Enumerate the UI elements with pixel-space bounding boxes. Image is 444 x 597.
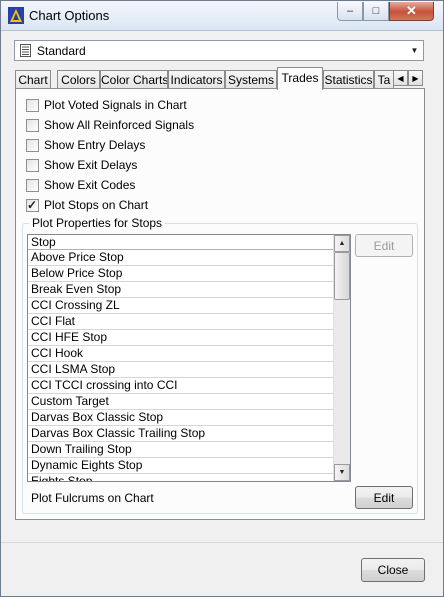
checkbox[interactable]: [26, 98, 39, 112]
title-bar[interactable]: Chart Options – □ ✕: [1, 1, 443, 31]
scroll-up-button[interactable]: ▲: [334, 235, 350, 252]
group-title: Plot Properties for Stops: [29, 216, 166, 230]
profile-select[interactable]: Standard ▼: [14, 40, 424, 61]
tab-scroll-right-button[interactable]: ▶: [408, 70, 423, 86]
tab-strip: Chart Colors Color Charts Indicators Sys…: [15, 67, 425, 90]
trades-tab-page: Plot Voted Signals in Chart Show All Rei…: [15, 88, 425, 520]
chevron-down-icon[interactable]: ▼: [406, 41, 423, 60]
footer-divider: [1, 542, 443, 543]
scroll-down-button[interactable]: ▼: [334, 464, 350, 481]
option-label: Show Exit Delays: [44, 158, 138, 172]
stops-list-body: Above Price Stop Below Price Stop Break …: [28, 250, 333, 481]
list-item[interactable]: CCI Hook: [28, 346, 333, 362]
button-label: Edit: [373, 490, 395, 505]
tab-statistics[interactable]: Statistics: [323, 70, 374, 89]
list-item[interactable]: Darvas Box Classic Trailing Stop: [28, 426, 333, 442]
profile-select-value: Standard: [37, 44, 86, 58]
checkbox[interactable]: [26, 178, 39, 192]
option-plot-voted-signals[interactable]: Plot Voted Signals in Chart: [26, 97, 187, 113]
tab-indicators[interactable]: Indicators: [168, 70, 225, 89]
edit-fulcrums-button[interactable]: Edit: [355, 486, 413, 509]
list-item[interactable]: Above Price Stop: [28, 250, 333, 266]
fulcrums-label: Plot Fulcrums on Chart: [31, 491, 154, 505]
list-item[interactable]: Below Price Stop: [28, 266, 333, 282]
scrollbar-thumb[interactable]: [334, 252, 350, 300]
checkbox[interactable]: [26, 118, 39, 132]
tab-scroll-left-button[interactable]: ◀: [393, 70, 408, 86]
tab-label: Statistics: [324, 73, 373, 87]
maximize-button[interactable]: □: [363, 2, 389, 21]
checkbox-checked[interactable]: ✓: [26, 197, 39, 212]
tab-label: Color Charts: [101, 73, 168, 87]
chevron-right-icon: ▶: [412, 73, 419, 83]
list-item[interactable]: Eights Stop: [28, 474, 333, 481]
option-label: Show Entry Delays: [44, 138, 146, 152]
list-item[interactable]: CCI Crossing ZL: [28, 298, 333, 314]
button-label: Edit: [373, 238, 395, 253]
list-item[interactable]: Custom Target: [28, 394, 333, 410]
stops-group-box: Plot Properties for Stops Stop Above Pri…: [22, 216, 418, 514]
list-item[interactable]: Dynamic Eights Stop: [28, 458, 333, 474]
tab-chart[interactable]: Chart: [15, 70, 51, 89]
stops-list[interactable]: Stop Above Price Stop Below Price Stop B…: [27, 234, 351, 482]
list-item[interactable]: CCI TCCI crossing into CCI: [28, 378, 333, 394]
app-logo-icon: [8, 7, 24, 24]
checkbox[interactable]: [26, 138, 39, 152]
chevron-left-icon: ◀: [397, 73, 404, 83]
button-label: Close: [377, 563, 409, 577]
maximize-icon: □: [372, 5, 380, 17]
edit-stop-button[interactable]: Edit: [355, 234, 413, 257]
checkbox[interactable]: [26, 158, 39, 172]
tab-label: Ta: [377, 73, 391, 87]
tab-label: Colors: [61, 73, 96, 87]
stops-list-scrollbar[interactable]: ▲ ▼: [333, 235, 350, 481]
column-header-stop[interactable]: Stop: [28, 235, 333, 250]
arrow-up-icon: ▲: [338, 240, 346, 247]
option-show-entry-delays[interactable]: Show Entry Delays: [26, 137, 145, 153]
tab-systems[interactable]: Systems: [225, 70, 277, 89]
option-label: Plot Voted Signals in Chart: [44, 98, 187, 112]
tab-label: Trades: [281, 71, 319, 85]
minimize-button[interactable]: –: [337, 2, 363, 21]
tab-label: Chart: [18, 73, 48, 87]
chart-options-window: Chart Options – □ ✕ Standard ▼ Chart Col…: [0, 0, 444, 597]
list-item[interactable]: CCI LSMA Stop: [28, 362, 333, 378]
close-button[interactable]: Close: [361, 558, 425, 582]
list-item[interactable]: CCI Flat: [28, 314, 333, 330]
option-show-exit-codes[interactable]: Show Exit Codes: [26, 177, 135, 193]
window-title: Chart Options: [29, 8, 110, 23]
tab-trades[interactable]: Trades: [277, 67, 323, 90]
list-item[interactable]: CCI HFE Stop: [28, 330, 333, 346]
checkmark-icon: ✓: [27, 197, 38, 212]
tab-ta[interactable]: Ta: [374, 70, 394, 89]
minimize-icon: –: [346, 5, 354, 17]
list-item[interactable]: Break Even Stop: [28, 282, 333, 298]
option-show-exit-delays[interactable]: Show Exit Delays: [26, 157, 137, 173]
option-label: Plot Stops on Chart: [44, 198, 149, 212]
arrow-down-icon: ▼: [338, 469, 346, 476]
option-show-reinforced-signals[interactable]: Show All Reinforced Signals: [26, 117, 194, 133]
tab-label: Indicators: [170, 73, 223, 87]
tab-color-charts[interactable]: Color Charts: [100, 70, 168, 89]
option-label: Show All Reinforced Signals: [44, 118, 195, 132]
option-label: Show Exit Codes: [44, 178, 136, 192]
close-icon: ✕: [406, 3, 417, 18]
close-window-button[interactable]: ✕: [389, 2, 434, 21]
list-item[interactable]: Darvas Box Classic Stop: [28, 410, 333, 426]
tab-colors[interactable]: Colors: [57, 70, 100, 89]
list-item[interactable]: Down Trailing Stop: [28, 442, 333, 458]
document-icon: [20, 44, 31, 57]
option-plot-stops-on-chart[interactable]: ✓ Plot Stops on Chart: [26, 197, 148, 213]
tab-label: Systems: [227, 73, 274, 87]
